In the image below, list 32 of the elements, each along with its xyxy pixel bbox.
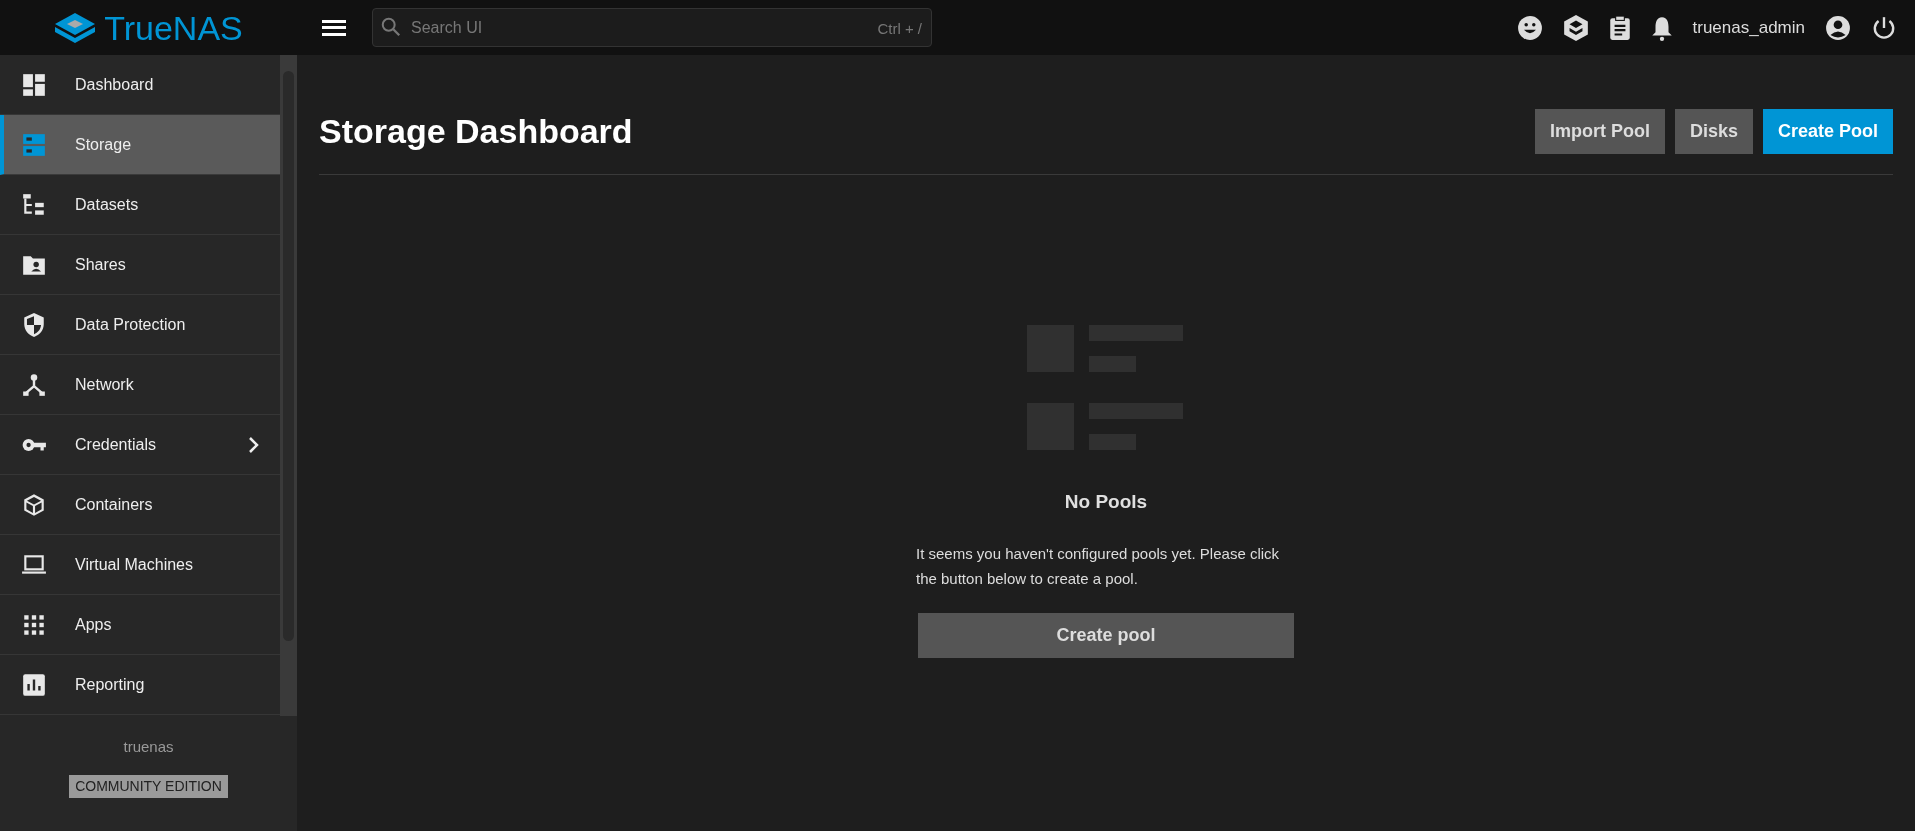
action-button[interactable]: Disks — [1674, 109, 1753, 154]
sidebar-item[interactable]: Storage — [0, 115, 280, 175]
sidebar-item[interactable]: Shares — [0, 235, 280, 295]
clipboard-icon[interactable] — [1608, 14, 1631, 41]
bell-icon[interactable] — [1650, 14, 1673, 41]
smiley-icon[interactable] — [1516, 14, 1543, 41]
dashboard-icon — [21, 71, 47, 98]
logo-text: TrueNAS — [104, 10, 243, 45]
empty-state-message: It seems you haven't configured pools yet. Please click the button below to create a pool. — [916, 543, 1281, 589]
server-icon — [21, 131, 47, 158]
menu-icon[interactable] — [322, 17, 346, 38]
create-pool-button[interactable]: Create pool — [918, 612, 1294, 658]
scrollbar[interactable] — [280, 55, 297, 716]
chart-icon — [21, 671, 47, 698]
sidebar-item[interactable]: Reporting — [0, 655, 280, 715]
cube-icon — [21, 491, 47, 518]
shortcut-hint: Ctrl + / — [877, 19, 922, 39]
cube-icon[interactable] — [1562, 13, 1589, 42]
username[interactable]: truenas_admin — [1692, 14, 1805, 41]
tree-icon — [21, 191, 47, 218]
action-button[interactable]: Import Pool — [1534, 109, 1665, 154]
logo-icon — [54, 11, 97, 44]
network-icon — [21, 371, 47, 398]
power-icon[interactable] — [1871, 14, 1897, 41]
page-title: Storage Dashboard — [319, 111, 633, 152]
sidebar-item[interactable]: Data Protection — [0, 295, 280, 355]
empty-state-title: No Pools — [1064, 490, 1148, 514]
shield-icon — [21, 311, 47, 338]
edition-label: COMMUNITY EDITION — [69, 774, 228, 798]
account-icon[interactable] — [1825, 14, 1851, 41]
search-icon — [380, 16, 402, 38]
hostname: truenas — [122, 737, 175, 757]
